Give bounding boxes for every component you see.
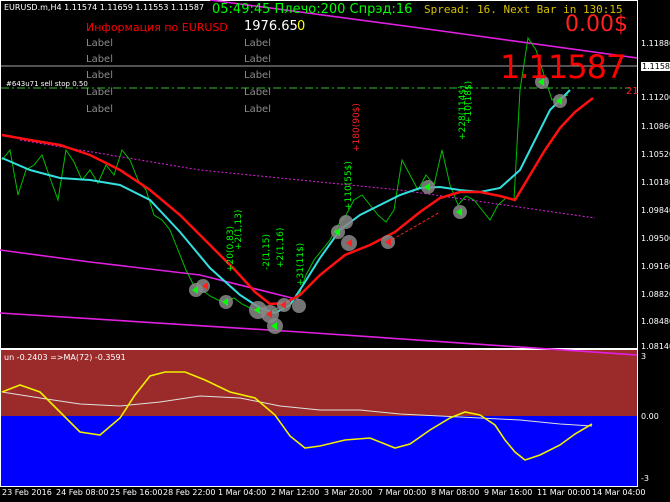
time-tick: 3 Mar 20:00 [324,488,373,497]
price-tick: 1.10860 [641,122,670,131]
trade-annotation: +2(1,16) [276,227,286,268]
label-cell: Label [86,87,113,98]
label-cell: Label [244,54,271,65]
indicator-lower-zone [1,416,637,486]
time-tick: 23 Feb 2016 [2,488,52,497]
info-label: Информация по EURUSD [86,21,228,34]
price-tick: 1.08820 [641,290,670,299]
indicator-tick: -3 [641,474,649,483]
symbol-info: EURUSD.m,H4 1.11574 1.11659 1.11553 1.11… [4,3,205,12]
indicator-tick: 3 [641,352,647,361]
label-cell: Label [86,54,113,65]
price-tick: 1.09500 [641,234,670,243]
price-tick: 1.10180 [641,178,670,187]
time-tick: 1 Mar 04:00 [218,488,267,497]
price-tick: 1.09840 [641,206,670,215]
label-cell: Label [244,87,271,98]
label-cell: Label [244,104,271,115]
price-tick: 1.08480 [641,317,670,326]
time-tick: 2 Mar 12:00 [271,488,320,497]
right-marker: 21 [626,86,639,97]
time-tick: 28 Feb 22:00 [163,488,216,497]
trade-marker[interactable] [292,299,306,313]
indicator-title: un -0.2403 =>MA(72) -0.3591 [4,353,126,362]
trade-annotation: +180(90$) [352,103,362,152]
time-tick: 8 Mar 08:00 [431,488,480,497]
time-tick: 24 Feb 08:00 [56,488,109,497]
time-tick: 11 Mar 00:00 [537,488,591,497]
label-cell: Label [244,70,271,81]
price-tick: 1.11200 [641,93,670,102]
time-tick: 14 Mar 04:00 [592,488,646,497]
price-tick: 1.09160 [641,262,670,271]
big-price: 1.11587 [500,48,626,86]
trade-annotation: +31(11$) [296,242,306,286]
trade-annotation: -2(1,15) [262,233,272,270]
time-tick: 25 Feb 16:00 [110,488,163,497]
time-tick: 7 Mar 00:00 [378,488,427,497]
label-cell: Label [86,70,113,81]
profit-value: 0.00$ [565,12,628,37]
label-cell: Label [86,104,113,115]
price-tick: 1.11880 [641,39,670,48]
time-tick: 9 Mar 16:00 [484,488,533,497]
trade-annotation: +110(55$) [344,161,354,210]
clock-line: 05:49:45 Плечо:200 Спрэд:16 [212,2,413,17]
balance-value: 1976.65 [244,19,298,34]
price-tick: 1.08140 [641,342,670,351]
price-tick: 1.10520 [641,150,670,159]
indicator-tick: 0.00 [641,412,659,421]
label-cell: Label [244,38,271,49]
order-line-label: #643u71 sell stop 0.50 [6,80,88,88]
current-price-tag: 1.11587 [641,62,670,71]
balance-suffix: 0 [297,19,306,34]
trade-marker[interactable] [339,215,353,229]
label-cell: Label [86,38,113,49]
trade-annotation: +20(0,83) [226,225,236,272]
trade-annotation: +10(18$) [464,80,474,124]
